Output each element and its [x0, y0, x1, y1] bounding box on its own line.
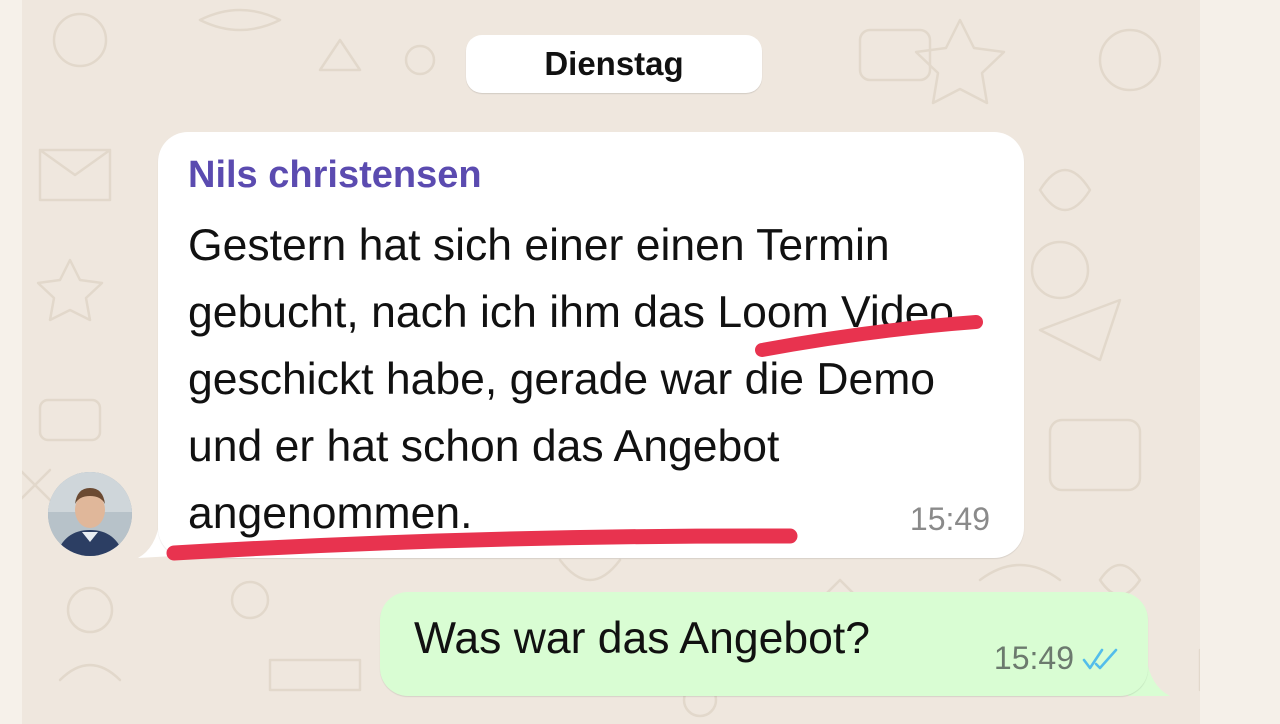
double-check-icon [1082, 648, 1118, 669]
sender-avatar[interactable] [48, 472, 132, 556]
sender-name[interactable]: Nils christensen [188, 154, 482, 197]
outgoing-message-meta: 15:49 [994, 640, 1120, 677]
outgoing-message-time: 15:49 [993, 640, 1074, 676]
date-divider: Dienstag [466, 35, 762, 93]
incoming-message-time: 15:49 [909, 501, 990, 537]
incoming-message-text: Gestern hat sich einer einen Termin gebu… [188, 221, 955, 538]
right-edge [1200, 0, 1280, 724]
date-divider-label: Dienstag [544, 45, 684, 82]
left-edge [0, 0, 22, 724]
outgoing-message-bubble[interactable]: Was war das Angebot? 15:49 [380, 592, 1148, 696]
outgoing-message-text: Was war das Angebot? [414, 614, 870, 663]
incoming-message-bubble[interactable]: Nils christensen Gestern hat sich einer … [158, 132, 1024, 558]
